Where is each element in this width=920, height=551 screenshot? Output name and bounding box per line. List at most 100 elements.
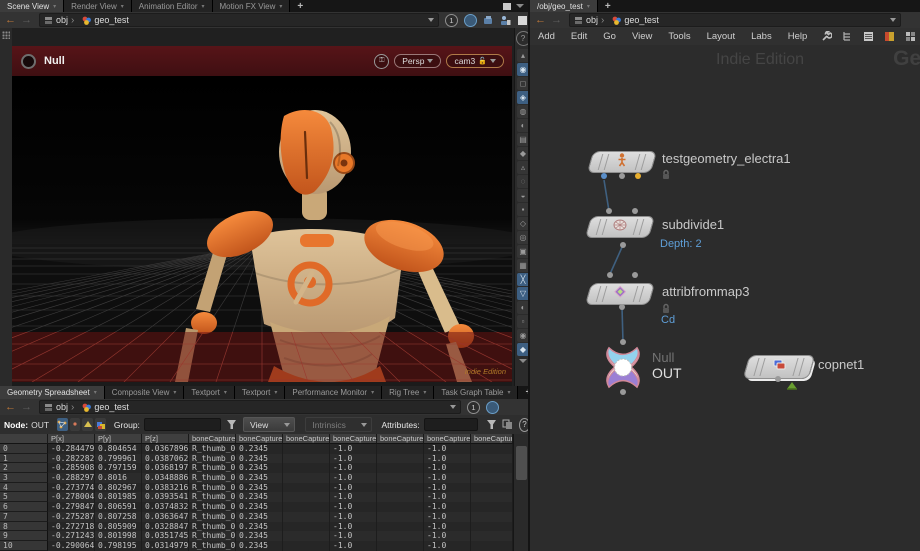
tab-animation-editor[interactable]: Animation Editor▾	[132, 0, 213, 12]
camera-lock-icon[interactable]: ⚿	[374, 54, 389, 69]
column-header[interactable]: P[x]	[48, 434, 95, 444]
spreadsheet-row[interactable]: 8-0.2727180.8059090.0328847R_thumb_020.2…	[0, 522, 530, 532]
toolbar-overflow-icon[interactable]	[519, 359, 527, 363]
input-dot[interactable]	[606, 208, 612, 214]
menu-tools[interactable]: Tools	[660, 31, 698, 42]
tab-menu-icon[interactable]: ▾	[279, 3, 282, 10]
character-picker-icon[interactable]	[499, 14, 511, 26]
tab-menu-icon[interactable]: ▾	[53, 3, 56, 10]
input-dot[interactable]	[607, 272, 613, 278]
output-dot[interactable]	[601, 173, 607, 179]
node-testgeometry[interactable]	[587, 151, 657, 173]
tab--obj-geo-test[interactable]: /obj/geo_test▾	[530, 0, 598, 12]
breadcrumb-node[interactable]: geo_test	[608, 15, 663, 25]
copy-values-icon[interactable]	[502, 419, 513, 431]
spreadsheet-row[interactable]: 5-0.2780040.8019850.0393541R_thumb_020.2…	[0, 492, 530, 502]
menu-help[interactable]: Help	[780, 31, 816, 42]
group-input[interactable]	[144, 418, 221, 431]
forward-arrow-button[interactable]: →	[21, 15, 32, 26]
template-flag-icon[interactable]	[786, 380, 798, 391]
tab-task-graph-table[interactable]: Task Graph Table▾	[434, 386, 518, 399]
tab-menu-icon[interactable]: ▾	[202, 3, 205, 10]
breadcrumb-root[interactable]: obj›	[40, 15, 78, 26]
new-tab-button[interactable]: +	[598, 0, 618, 12]
row-number-header[interactable]	[0, 434, 48, 444]
tab-menu-icon[interactable]: ▾	[274, 389, 277, 396]
tab-motion-fx-view[interactable]: Motion FX View▾	[213, 0, 291, 12]
spreadsheet-row[interactable]: 2-0.2859080.7971590.0368197R_thumb_020.2…	[0, 463, 530, 473]
layout-grid-icon-b[interactable]	[904, 31, 916, 43]
output-dot[interactable]	[635, 173, 641, 179]
locked-flag-icon[interactable]	[661, 169, 671, 180]
tab-rig-tree[interactable]: Rig Tree▾	[382, 386, 434, 399]
breadcrumb-node[interactable]: geo_test	[78, 15, 133, 25]
tab-menu-icon[interactable]: ▾	[173, 389, 176, 396]
menu-go[interactable]: Go	[595, 31, 624, 42]
attributes-input[interactable]	[424, 418, 478, 431]
output-dot[interactable]	[775, 376, 781, 382]
node-title[interactable]: OUT	[652, 365, 682, 381]
group-filter-icon[interactable]	[226, 419, 237, 431]
back-arrow-button[interactable]: ←	[5, 402, 16, 413]
column-header[interactable]: P[y]	[95, 434, 142, 444]
pane-grip-icon[interactable]	[2, 31, 10, 39]
tab-geometry-spreadsheet[interactable]: Geometry Spreadsheet▾	[0, 386, 105, 399]
scrollbar-thumb[interactable]	[516, 446, 527, 480]
pane-menu-icon[interactable]	[516, 4, 524, 8]
layout-grid-icon-a[interactable]	[883, 31, 895, 43]
tab-menu-icon[interactable]: ▾	[507, 389, 510, 396]
tab-menu-icon[interactable]: ▾	[587, 3, 590, 10]
column-header[interactable]: boneCapture w[	[330, 434, 377, 444]
tab-render-view[interactable]: Render View▾	[64, 0, 132, 12]
pane-layout-icon[interactable]	[516, 14, 528, 26]
tab-menu-icon[interactable]: ▾	[371, 389, 374, 396]
breadcrumb-root[interactable]: obj›	[570, 15, 608, 26]
snapshot-icon[interactable]	[482, 14, 494, 26]
forward-arrow-button[interactable]: →	[21, 402, 32, 413]
projection-selector[interactable]: Persp	[394, 54, 441, 68]
tree-view-icon[interactable]	[841, 31, 853, 43]
spreadsheet-row[interactable]: 6-0.2798470.8065910.0374832R_thumb_020.2…	[0, 502, 530, 512]
column-header[interactable]: P[z]	[142, 434, 189, 444]
spreadsheet-row[interactable]: 10-0.2900640.7981950.0314979R_thumb_020.…	[0, 541, 530, 551]
breadcrumb-node[interactable]: geo_test	[78, 402, 133, 412]
breadcrumb-root[interactable]: obj›	[40, 402, 78, 413]
pin-toggle-icon[interactable]	[486, 401, 499, 414]
node-title[interactable]: attribfrommap3	[662, 284, 749, 299]
output-dot[interactable]	[620, 389, 626, 395]
path-dropdown-icon[interactable]	[428, 18, 434, 22]
display-flag-icon[interactable]	[21, 54, 36, 69]
primitives-mode-icon[interactable]	[82, 418, 93, 431]
pane-maximize-icon[interactable]	[503, 3, 511, 10]
node-attribfrommap[interactable]	[585, 283, 655, 305]
output-dot[interactable]	[619, 173, 625, 179]
tab-menu-icon[interactable]: ▾	[224, 389, 227, 396]
spreadsheet-row[interactable]: 4-0.2737740.8029670.0383216R_thumb_020.2…	[0, 483, 530, 493]
path-field[interactable]: obj› geo_test	[39, 400, 461, 414]
back-arrow-button[interactable]: ←	[5, 15, 16, 26]
input-dot[interactable]	[632, 272, 638, 278]
menu-add[interactable]: Add	[530, 31, 563, 42]
node-out-null[interactable]	[597, 345, 649, 390]
list-view-icon[interactable]	[862, 31, 874, 43]
menu-labs[interactable]: Labs	[743, 31, 780, 42]
spreadsheet-row[interactable]: 0-0.2844790.8046540.0367896R_thumb_020.2…	[0, 444, 530, 454]
tab-composite-view[interactable]: Composite View▾	[105, 386, 185, 399]
column-header[interactable]: boneCapture w[	[424, 434, 471, 444]
scene-3d-view[interactable]	[12, 76, 512, 382]
menu-edit[interactable]: Edit	[563, 31, 595, 42]
points-mode-icon[interactable]	[57, 418, 68, 431]
output-dot[interactable]	[619, 304, 625, 310]
detail-mode-icon[interactable]	[95, 418, 106, 431]
spreadsheet-row[interactable]: 1-0.2822820.7999610.0387062R_thumb_020.2…	[0, 454, 530, 464]
tab-menu-icon[interactable]: ▾	[423, 389, 426, 396]
path-dropdown-icon[interactable]	[450, 405, 456, 409]
forward-arrow-button[interactable]: →	[551, 15, 562, 26]
intrinsics-dropdown[interactable]: Intrinsics	[305, 417, 371, 432]
pane-divider[interactable]	[528, 0, 530, 551]
vertices-mode-icon[interactable]	[70, 418, 81, 431]
link-number-badge[interactable]: 1	[467, 401, 480, 414]
camera-selector[interactable]: cam3 🔓	[446, 54, 504, 68]
output-dot[interactable]	[620, 242, 626, 248]
tab-scene-view[interactable]: Scene View▾	[0, 0, 64, 12]
